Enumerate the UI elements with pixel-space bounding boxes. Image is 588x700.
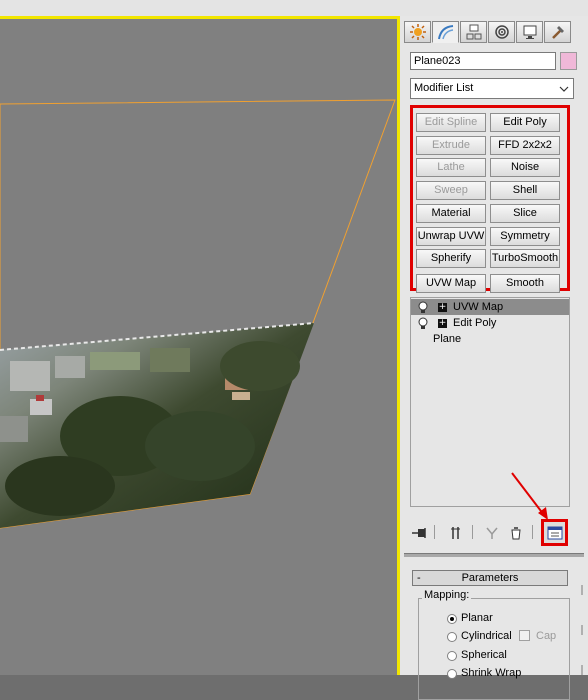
stack-item-label: Edit Poly — [453, 317, 497, 329]
modifier-button-spherify[interactable]: Spherify — [416, 249, 486, 268]
hierarchy-icon — [466, 24, 481, 40]
modifier-button-noise[interactable]: Noise — [490, 158, 560, 177]
stack-item-label: UVW Map — [453, 301, 504, 313]
radio-spherical[interactable] — [447, 651, 457, 661]
rollout-title: Parameters — [461, 572, 519, 584]
collapse-toggle: - — [417, 572, 421, 584]
radio-label-cylindrical: Cylindrical — [461, 630, 512, 642]
stack-item-plane[interactable]: Plane — [411, 331, 569, 347]
pin-stack-icon — [412, 528, 426, 538]
parameters-rollout-header[interactable]: - Parameters — [412, 570, 568, 586]
object-name-field[interactable]: Plane023 — [410, 52, 556, 70]
panel-scrollbar[interactable] — [579, 565, 585, 675]
expand-plus-icon[interactable]: + — [438, 319, 447, 328]
radio-planar[interactable] — [447, 614, 457, 624]
tab-hierarchy[interactable] — [460, 21, 487, 43]
radio-label-shrink-wrap: Shrink Wrap — [461, 667, 522, 679]
tab-create[interactable] — [404, 21, 431, 43]
modify-icon — [437, 25, 453, 40]
make-unique-button[interactable] — [482, 523, 502, 543]
object-color-swatch[interactable] — [560, 52, 577, 70]
tab-utilities[interactable] — [544, 21, 571, 43]
modifier-button-lathe[interactable]: Lathe — [416, 158, 486, 177]
mapping-group-title: Mapping: — [422, 589, 472, 601]
radio-cylindrical[interactable] — [447, 632, 457, 642]
modifier-button-material[interactable]: Material — [416, 204, 486, 223]
modifier-list-value: Modifier List — [414, 82, 474, 94]
cap-label: Cap — [536, 630, 557, 642]
create-icon — [409, 24, 426, 40]
modifier-button-uvw-map[interactable]: UVW Map — [416, 274, 486, 293]
modifier-list-dropdown[interactable]: Modifier List — [410, 78, 574, 99]
modifier-button-turbosmooth[interactable]: TurboSmooth — [490, 249, 560, 268]
toolbar-divider — [434, 525, 435, 539]
viewport-top-strip — [0, 0, 588, 17]
motion-icon — [494, 25, 509, 39]
radio-shrink-wrap[interactable] — [447, 669, 457, 679]
tab-motion[interactable] — [488, 21, 515, 43]
stack-item-uvw-map[interactable]: + UVW Map — [411, 299, 569, 315]
lightbulb-icon[interactable] — [417, 317, 429, 329]
remove-modifier-button[interactable] — [506, 523, 526, 543]
show-end-result-button[interactable] — [446, 523, 466, 543]
command-panel-tabs — [400, 16, 588, 48]
modifier-button-edit-poly[interactable]: Edit Poly — [490, 113, 560, 132]
modifier-button-unwrap-uvw[interactable]: Unwrap UVW — [416, 227, 486, 246]
perspective-viewport[interactable] — [0, 16, 398, 675]
command-panel: Plane023 Modifier List Edit Spline Edit … — [400, 16, 588, 700]
pin-stack-button[interactable] — [410, 523, 430, 543]
configure-modifier-sets-icon — [547, 526, 562, 539]
modifier-button-symmetry[interactable]: Symmetry — [490, 227, 560, 246]
cap-checkbox[interactable] — [519, 630, 530, 641]
modifier-buttons-highlight: Edit Spline Edit Poly Extrude FFD 2x2x2 … — [410, 105, 570, 293]
modifier-button-edit-spline[interactable]: Edit Spline — [416, 113, 486, 132]
modifier-button-smooth[interactable]: Smooth — [490, 274, 560, 293]
modifier-button-slice[interactable]: Slice — [490, 204, 560, 223]
display-icon — [523, 25, 536, 39]
tab-display[interactable] — [516, 21, 543, 43]
remove-modifier-icon — [511, 527, 521, 540]
viewport-active-border-top — [0, 16, 400, 19]
chevron-down-icon — [555, 79, 573, 98]
modifier-button-ffd[interactable]: FFD 2x2x2 — [490, 136, 560, 155]
parameters-rollout: - Parameters Mapping: Planar Cylindrical… — [408, 567, 576, 700]
modifier-button-sweep[interactable]: Sweep — [416, 181, 486, 200]
expand-plus-icon[interactable]: + — [438, 303, 447, 312]
tab-modify[interactable] — [432, 21, 459, 43]
viewport-scene — [0, 99, 396, 529]
make-unique-icon — [486, 527, 498, 539]
modifier-button-extrude[interactable]: Extrude — [416, 136, 486, 155]
modifier-button-shell[interactable]: Shell — [490, 181, 560, 200]
stack-item-edit-poly[interactable]: + Edit Poly — [411, 315, 569, 331]
panel-divider — [404, 553, 584, 557]
toolbar-divider — [532, 525, 533, 539]
utilities-icon — [551, 26, 564, 39]
toolbar-divider — [472, 525, 473, 539]
annotation-arrow — [511, 472, 548, 520]
lightbulb-icon[interactable] — [417, 301, 429, 313]
radio-label-spherical: Spherical — [461, 649, 507, 661]
radio-label-planar: Planar — [461, 612, 493, 624]
show-end-result-icon — [451, 527, 460, 539]
stack-item-label: Plane — [433, 333, 462, 345]
